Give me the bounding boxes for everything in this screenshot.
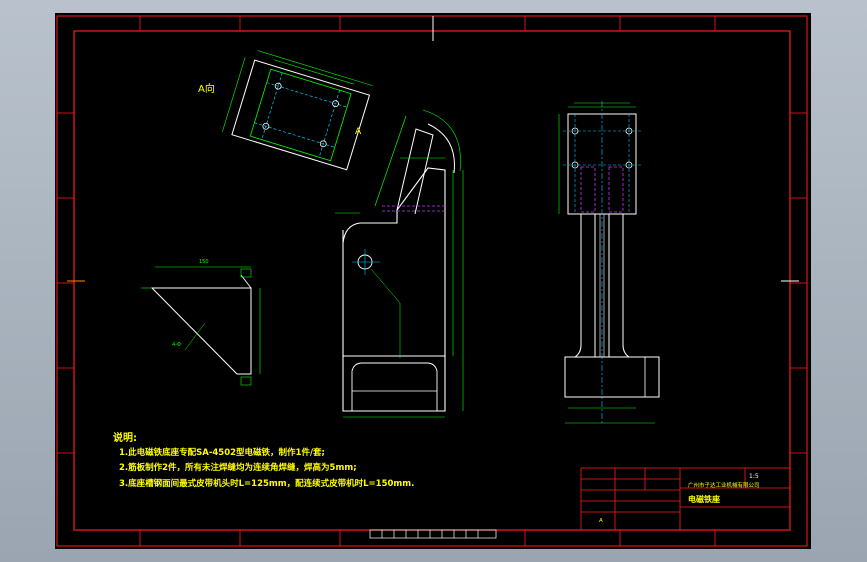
notes-heading: 说明: bbox=[113, 431, 137, 444]
note-line-2: 2.筋板制作2件，所有未注焊缝均为连续角焊缝，焊高为5mm; bbox=[119, 462, 357, 473]
a-marker-label: A bbox=[355, 127, 362, 137]
gusset-dim-label: 150 bbox=[199, 259, 209, 265]
title-drawing-name: 电磁铁座 bbox=[688, 494, 720, 504]
scale-strip bbox=[369, 529, 497, 539]
gusset-angle-label: 4-Φ bbox=[172, 342, 181, 348]
note-line-3: 3.底座槽钢面间最式皮带机头时L=125mm，配连续式皮带机时L=150mm. bbox=[119, 478, 414, 489]
view-a-label: A向 bbox=[198, 82, 215, 95]
view-a-plate bbox=[222, 50, 373, 171]
cad-drawing: A向 A 150 4-Φ 说明: 1.此电磁铁底座专配SA-4502型电磁铁，制… bbox=[56, 15, 808, 547]
cad-viewport[interactable]: A向 A 150 4-Φ 说明: 1.此电磁铁底座专配SA-4502型电磁铁，制… bbox=[55, 13, 811, 549]
side-view bbox=[335, 109, 464, 418]
title-company: 广州市子达工业机械有限公司 bbox=[688, 481, 760, 489]
title-scale-label: A bbox=[599, 518, 603, 524]
title-sheet: 1:5 bbox=[749, 473, 759, 480]
center-marks bbox=[67, 16, 799, 282]
gusset-plate bbox=[141, 266, 261, 386]
note-line-1: 1.此电磁铁底座专配SA-4502型电磁铁，制作1件/套; bbox=[119, 447, 325, 458]
front-view bbox=[558, 101, 660, 424]
